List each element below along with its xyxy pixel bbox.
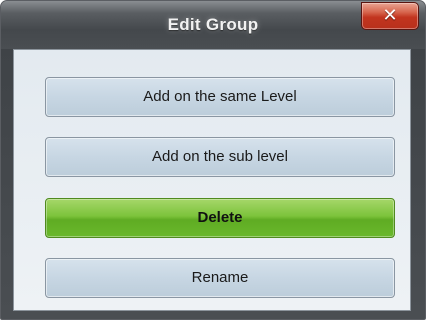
add-same-level-button[interactable]: Add on the same Level: [45, 77, 395, 117]
add-sub-level-button[interactable]: Add on the sub level: [45, 137, 395, 177]
delete-button[interactable]: Delete: [45, 198, 395, 238]
edit-group-dialog: Edit Group ✕ Add on the same Level Add o…: [0, 0, 426, 320]
rename-button[interactable]: Rename: [45, 258, 395, 298]
dialog-content: Add on the same Level Add on the sub lev…: [13, 49, 411, 311]
close-button[interactable]: ✕: [361, 2, 419, 30]
title-bar[interactable]: Edit Group ✕: [1, 1, 425, 49]
close-icon: ✕: [382, 5, 398, 25]
